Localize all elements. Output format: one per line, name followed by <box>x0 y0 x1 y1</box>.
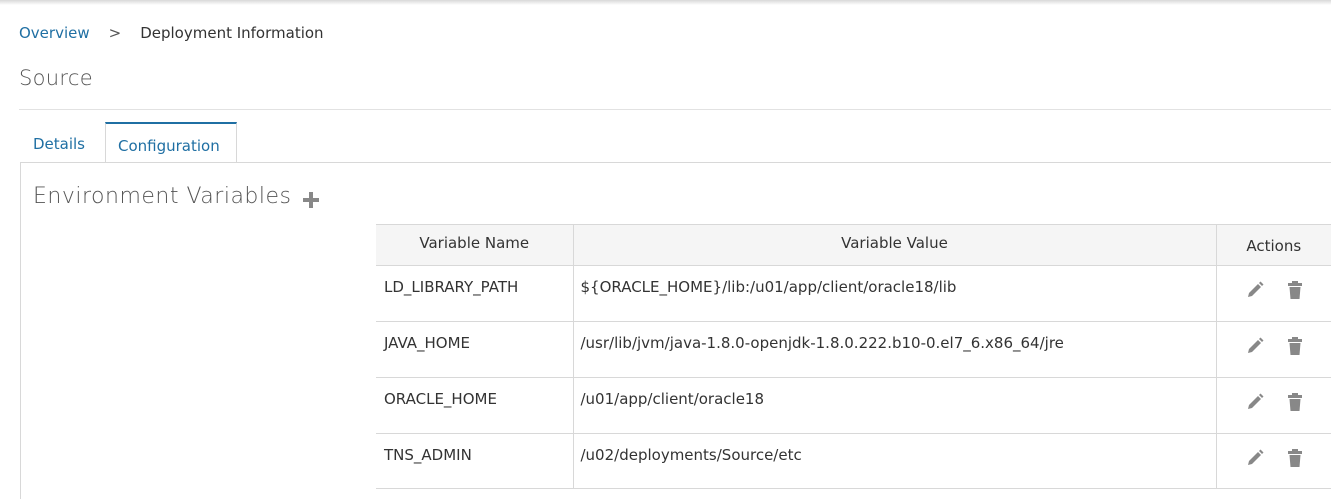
title-divider <box>19 109 1331 110</box>
page-title: Source <box>19 66 93 90</box>
table-header-row: Variable Name Variable Value Actions <box>376 224 1331 266</box>
pencil-icon[interactable] <box>1245 392 1265 412</box>
variable-name-cell: TNS_ADMIN <box>376 433 574 489</box>
breadcrumb-overview-link[interactable]: Overview <box>19 24 90 42</box>
column-header-variable-name[interactable]: Variable Name <box>376 224 574 266</box>
breadcrumb: Overview > Deployment Information <box>19 24 324 42</box>
actions-cell <box>1216 321 1331 378</box>
tab-details[interactable]: Details <box>20 122 105 162</box>
environment-variables-table: Variable Name Variable Value Actions LD_… <box>376 224 1331 489</box>
table-row: LD_LIBRARY_PATH ${ORACLE_HOME}/lib:/u01/… <box>376 265 1331 322</box>
breadcrumb-current: Deployment Information <box>140 24 324 42</box>
tab-configuration[interactable]: Configuration <box>105 122 237 163</box>
top-shadow <box>0 0 1331 5</box>
pencil-icon[interactable] <box>1245 448 1265 468</box>
plus-icon[interactable] <box>302 191 320 209</box>
actions-cell <box>1216 377 1331 434</box>
table-row: ORACLE_HOME /u01/app/client/oracle18 <box>376 377 1331 434</box>
variable-value-cell: /u02/deployments/Source/etc <box>573 433 1217 489</box>
variable-name-cell: JAVA_HOME <box>376 321 574 378</box>
table-row: TNS_ADMIN /u02/deployments/Source/etc <box>376 433 1331 489</box>
variable-name-cell: LD_LIBRARY_PATH <box>376 265 574 322</box>
actions-cell <box>1216 265 1331 322</box>
trash-icon[interactable] <box>1285 336 1305 356</box>
breadcrumb-separator: > <box>108 24 122 42</box>
table-row: JAVA_HOME /usr/lib/jvm/java-1.8.0-openjd… <box>376 321 1331 378</box>
pencil-icon[interactable] <box>1245 280 1265 300</box>
variable-value-cell: ${ORACLE_HOME}/lib:/u01/app/client/oracl… <box>573 265 1217 322</box>
actions-cell <box>1216 433 1331 489</box>
variable-value-cell: /usr/lib/jvm/java-1.8.0-openjdk-1.8.0.22… <box>573 321 1217 378</box>
variable-value-cell: /u01/app/client/oracle18 <box>573 377 1217 434</box>
trash-icon[interactable] <box>1285 392 1305 412</box>
trash-icon[interactable] <box>1285 280 1305 300</box>
trash-icon[interactable] <box>1285 448 1305 468</box>
section-title: Environment Variables <box>33 184 292 209</box>
variable-name-cell: ORACLE_HOME <box>376 377 574 434</box>
column-header-actions: Actions <box>1216 224 1331 266</box>
column-header-variable-value[interactable]: Variable Value <box>573 224 1217 266</box>
tab-bar: Details Configuration <box>20 122 237 163</box>
pencil-icon[interactable] <box>1245 336 1265 356</box>
